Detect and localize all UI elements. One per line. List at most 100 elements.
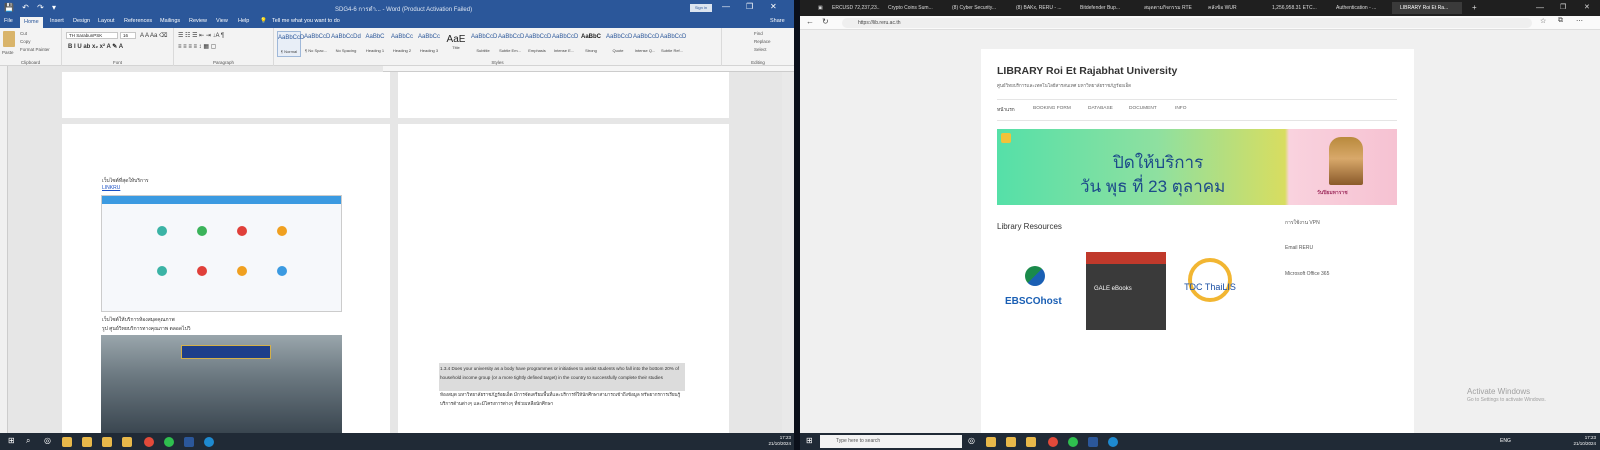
maximize-icon[interactable]: ❐ <box>1552 2 1572 14</box>
word-icon[interactable] <box>1088 437 1098 447</box>
style-gallery-item[interactable]: AaBbCcDd No Spacing <box>331 31 361 57</box>
paste-button[interactable]: Paste <box>2 50 14 55</box>
line-icon[interactable] <box>1068 437 1078 447</box>
cut-button[interactable]: Cut <box>20 31 27 36</box>
word-icon[interactable] <box>184 437 194 447</box>
search-icon[interactable]: ⌕ <box>26 436 30 446</box>
site-title[interactable]: LIBRARY Roi Et Rajabhat University <box>997 65 1177 77</box>
nav-document[interactable]: DOCUMENT <box>1129 106 1157 111</box>
format-painter-button[interactable]: Format Painter <box>20 47 50 52</box>
ebsco-logo[interactable]: EBSCOhost <box>997 252 1077 330</box>
browser-tab[interactable]: (8) BAKx, RERU - ... <box>1008 2 1072 14</box>
close-icon[interactable]: ✕ <box>770 2 777 11</box>
tdc-thailis-logo[interactable]: TDC ThaiLIS <box>1174 252 1254 330</box>
copy-button[interactable]: Copy <box>20 39 31 44</box>
font-size-select[interactable]: 16 <box>120 32 136 39</box>
doc-hyperlink[interactable]: LINKRU <box>102 185 120 191</box>
browser-tab[interactable]: ERCUSD 72,237,23... <box>824 2 880 14</box>
sidebar-link-email[interactable]: Email RERU <box>1285 245 1313 251</box>
word-scrollbar[interactable] <box>782 72 794 433</box>
grow-shrink-font-icons[interactable]: A A Aa ⌫ <box>140 32 168 39</box>
chrome-icon[interactable] <box>144 437 154 447</box>
document-page-right[interactable]: 1.3.4 Does your university as a body hav… <box>398 124 729 433</box>
sidebar-link-office[interactable]: Microsoft Office 365 <box>1285 271 1329 277</box>
tab-review[interactable]: Review <box>189 18 207 24</box>
nav-home[interactable]: หน้าแรก <box>997 106 1015 114</box>
minimize-icon[interactable]: — <box>722 2 730 11</box>
style-gallery-item[interactable]: AaBbCcD Subtle Em... <box>498 31 524 57</box>
folder-icon[interactable] <box>1006 437 1016 447</box>
folder-icon[interactable] <box>82 437 92 447</box>
style-gallery-item[interactable]: AaE Title <box>444 31 468 57</box>
tab-file[interactable]: File <box>4 18 13 24</box>
style-gallery-item[interactable]: AaBbCcD ¶ No Spac... <box>304 31 330 57</box>
style-gallery-item[interactable]: AaBbCcD Emphasis <box>525 31 551 57</box>
font-name-select[interactable]: TH SarabunPSK <box>66 32 118 39</box>
task-view-icon[interactable]: ◎ <box>968 436 975 445</box>
style-gallery-item[interactable]: AaBbCcD Intense E... <box>552 31 578 57</box>
select-button[interactable]: Select <box>754 47 767 52</box>
document-page-left[interactable]: เว็บไซต์ที่สุดให้บริการ LINKRU เว็บไซต์ใ… <box>62 124 390 433</box>
taskbar-search-input[interactable]: Type here to search <box>820 435 962 448</box>
language-indicator[interactable]: ENG <box>1500 438 1511 444</box>
tab-insert[interactable]: Insert <box>50 18 64 24</box>
style-gallery-item[interactable]: AaBbCc Heading 3 <box>417 31 441 57</box>
tab-view[interactable]: View <box>216 18 228 24</box>
back-icon[interactable]: ← <box>806 17 814 26</box>
browser-tab-active[interactable]: LIBRARY Roi Et Ra... <box>1392 2 1462 14</box>
find-button[interactable]: Find <box>754 31 763 36</box>
browser-tab[interactable]: Bitdefender Bup... <box>1072 2 1136 14</box>
closure-banner[interactable]: ปิดให้บริการ วัน พุธ ที่ 23 ตุลาคม วันปิ… <box>997 129 1397 205</box>
share-button[interactable]: Share <box>770 18 785 24</box>
style-gallery-item[interactable]: AaBbCc Heading 2 <box>390 31 414 57</box>
gale-logo[interactable]: GALE eBooks <box>1086 252 1166 330</box>
browser-tab[interactable]: Crypto Coins Sum... <box>880 2 944 14</box>
start-icon[interactable]: ⊞ <box>806 436 813 445</box>
folder-icon[interactable] <box>122 437 132 447</box>
edge-icon[interactable] <box>204 437 214 447</box>
browser-tab[interactable]: Authentication - ... <box>1328 2 1392 14</box>
nav-info[interactable]: INFO <box>1175 106 1186 111</box>
style-gallery-item[interactable]: AaBbC Strong <box>579 31 603 57</box>
folder-icon[interactable] <box>1026 437 1036 447</box>
browser-tab[interactable]: สมุดตามกิจกรรม RTE <box>1136 2 1200 14</box>
folder-icon[interactable] <box>102 437 112 447</box>
sidebar-link-vpn[interactable]: การใช้งาน VPN <box>1285 219 1320 227</box>
style-gallery-item[interactable]: AaBbCcD Subtle Ref... <box>660 31 686 57</box>
list-buttons[interactable]: ☰ ☷ ☰ ⇤ ⇥ ↓A ¶ <box>178 32 224 39</box>
tell-me-search[interactable]: Tell me what you want to do <box>272 18 340 24</box>
tab-mailings[interactable]: Mailings <box>160 18 180 24</box>
text-format-buttons[interactable]: B I U ab x₂ x² A ✎ A <box>68 43 123 50</box>
style-gallery-item[interactable]: AaBbC Heading 1 <box>363 31 387 57</box>
align-buttons[interactable]: ≡ ≡ ≡ ≡ ↕ ▦ ▢ <box>178 43 216 50</box>
new-tab-icon[interactable]: + <box>1464 2 1478 14</box>
file-explorer-icon[interactable] <box>62 437 72 447</box>
tab-help[interactable]: Help <box>238 18 249 24</box>
refresh-icon[interactable]: ↻ <box>822 17 829 26</box>
tab-actions-icon[interactable]: ▣ <box>810 2 824 14</box>
line-icon[interactable] <box>164 437 174 447</box>
nav-booking[interactable]: BOOKING FORM <box>1033 106 1071 111</box>
quick-access-toolbar[interactable]: 💾 ↶ ↷ ▾ <box>4 3 59 12</box>
edge-icon[interactable] <box>1108 437 1118 447</box>
close-icon[interactable]: ✕ <box>1576 2 1596 14</box>
style-gallery-item[interactable]: AaBbCcD Quote <box>606 31 632 57</box>
clock[interactable]: 17:23 21/10/2024 <box>755 435 791 447</box>
url-input[interactable]: https://lib.reru.ac.th <box>842 18 1532 28</box>
style-gallery-item[interactable]: AaBbCcD Intense Q... <box>633 31 659 57</box>
task-view-icon[interactable]: ◎ <box>44 436 51 445</box>
maximize-icon[interactable]: ❐ <box>746 2 753 11</box>
paste-icon[interactable] <box>3 31 15 47</box>
tab-design[interactable]: Design <box>73 18 90 24</box>
sign-in-button[interactable]: Sign in <box>690 4 712 12</box>
minimize-icon[interactable]: — <box>1528 2 1548 14</box>
browser-tab[interactable]: คลังข้อ WUR <box>1200 2 1264 14</box>
collections-icon[interactable]: ⧉ <box>1558 17 1563 25</box>
browser-tab[interactable]: (8) Cyber Security... <box>944 2 1008 14</box>
favorites-icon[interactable]: ☆ <box>1540 17 1546 25</box>
chrome-icon[interactable] <box>1048 437 1058 447</box>
clock[interactable]: 17:23 21/10/2024 <box>1560 435 1596 447</box>
tab-references[interactable]: References <box>124 18 152 24</box>
tab-layout[interactable]: Layout <box>98 18 115 24</box>
browser-tab[interactable]: 1,256,958.31 ETC... <box>1264 2 1328 14</box>
